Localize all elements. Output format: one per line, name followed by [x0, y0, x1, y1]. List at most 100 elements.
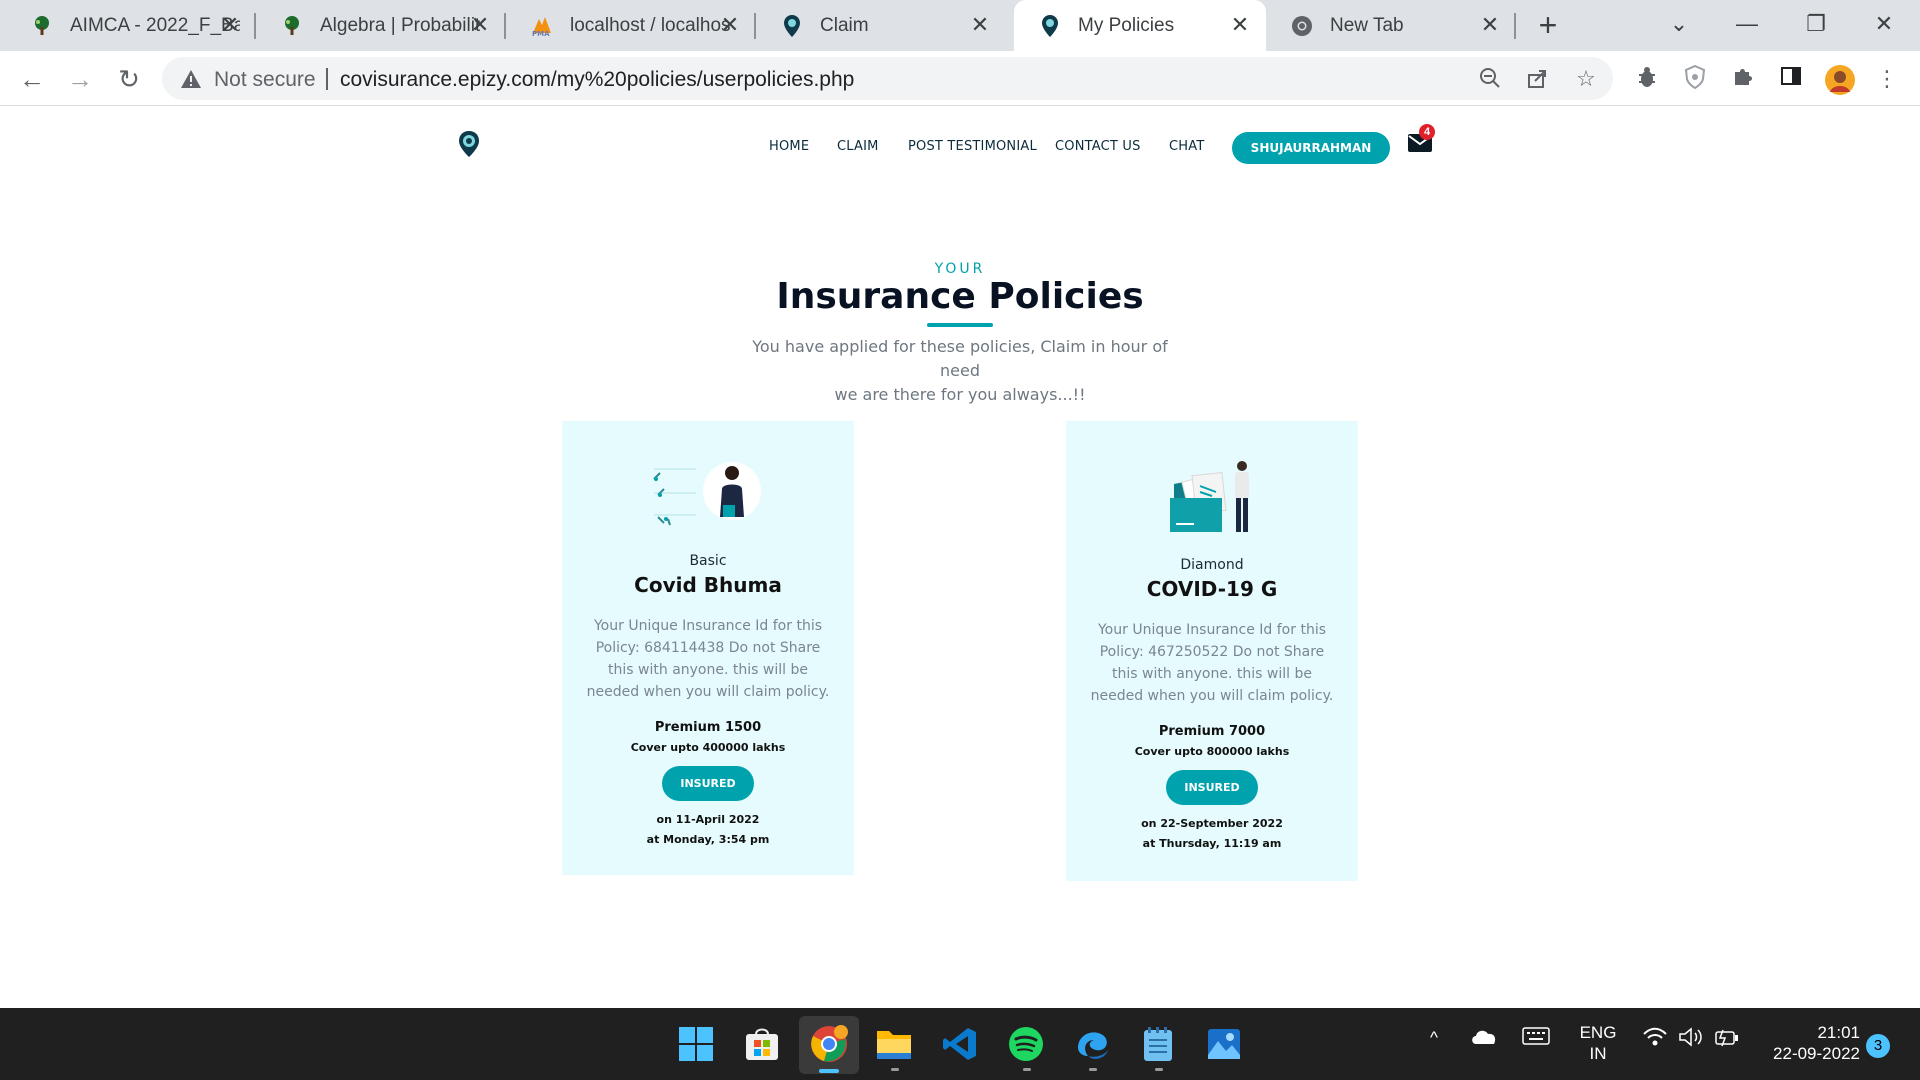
- tab-new-tab[interactable]: New Tab ✕: [1266, 0, 1516, 51]
- taskbar-running-dot: [1155, 1068, 1163, 1071]
- tab-title: Claim: [820, 14, 869, 36]
- warning-triangle-icon: [181, 70, 201, 88]
- person-network-illustration: [653, 462, 761, 526]
- mail-count-badge: 4: [1419, 124, 1435, 140]
- policy-cover: Cover upto 400000 lakhs: [630, 741, 786, 754]
- policy-date-line: on 22-September 2022: [1141, 817, 1283, 830]
- tab-title: Algebra | Probabilit: [320, 14, 481, 36]
- input-language-indicator[interactable]: ENG IN: [1568, 1022, 1628, 1064]
- policy-card: Diamond COVID-19 G Your Unique Insurance…: [1066, 421, 1358, 881]
- microsoft-store-icon[interactable]: [742, 1024, 782, 1064]
- bookmark-star-icon[interactable]: ☆: [1574, 67, 1598, 91]
- new-tab-button[interactable]: +: [1531, 9, 1565, 42]
- notification-count-badge[interactable]: 3: [1866, 1034, 1890, 1058]
- user-profile-button[interactable]: SHUJAURRAHMAN: [1232, 132, 1390, 164]
- browser-toolbar: ← → ↻ Not secure covisurance.epizy.com/m…: [0, 51, 1920, 106]
- edge-browser-icon[interactable]: [1072, 1024, 1112, 1064]
- back-arrow-icon[interactable]: ←: [14, 61, 50, 97]
- close-tab-icon[interactable]: ✕: [718, 13, 742, 37]
- close-tab-icon[interactable]: ✕: [1228, 13, 1252, 37]
- tab-my-policies[interactable]: My Policies ✕: [1014, 0, 1266, 51]
- chrome-favicon-icon: [1290, 14, 1314, 38]
- chrome-taskbar-icon[interactable]: [809, 1024, 849, 1064]
- tab-localhost[interactable]: PMA localhost / localhos ✕: [506, 0, 756, 51]
- browser-tab-strip: AIMCA - 2022_F_Ba ✕ Algebra | Probabilit…: [0, 0, 1920, 51]
- show-hidden-icons-chevron-icon[interactable]: ^: [1420, 1028, 1448, 1048]
- site-header: HOME CLAIM POST TESTIMONIAL CONTACT US C…: [0, 107, 1920, 187]
- tab-title: New Tab: [1330, 14, 1404, 36]
- policy-name: Covid Bhuma: [634, 573, 782, 597]
- taskbar-running-dot: [1089, 1068, 1097, 1071]
- clock[interactable]: 21:01 22-09-2022: [1756, 1022, 1860, 1064]
- restore-button[interactable]: ❐: [1796, 8, 1836, 40]
- policy-date: on 22-September 2022 at Thursday, 11:19 …: [1066, 814, 1358, 854]
- nav-home[interactable]: HOME: [769, 139, 809, 154]
- profile-avatar[interactable]: [1825, 65, 1855, 95]
- onedrive-cloud-icon[interactable]: [1468, 1026, 1500, 1051]
- file-explorer-icon[interactable]: [874, 1024, 914, 1064]
- policy-card: Basic Covid Bhuma Your Unique Insurance …: [562, 421, 854, 875]
- policy-tier: Diamond: [1180, 557, 1244, 573]
- close-window-button[interactable]: ✕: [1864, 8, 1904, 40]
- omnibox-divider: [326, 68, 328, 90]
- tree-favicon-icon: [30, 14, 54, 38]
- tab-search-chevron-icon[interactable]: ⌄: [1659, 8, 1699, 40]
- vscode-icon[interactable]: [940, 1024, 980, 1064]
- side-panel-icon[interactable]: [1777, 65, 1805, 93]
- close-tab-icon[interactable]: ✕: [968, 13, 992, 37]
- close-tab-icon[interactable]: ✕: [218, 13, 242, 37]
- insured-button[interactable]: INSURED: [1166, 770, 1258, 805]
- spotify-icon[interactable]: [1006, 1024, 1046, 1064]
- keyboard-icon[interactable]: [1520, 1026, 1552, 1051]
- map-pin-favicon-icon: [780, 14, 804, 38]
- taskbar-running-dot: [891, 1068, 899, 1071]
- map-pin-favicon-icon: [1038, 14, 1062, 38]
- close-tab-icon[interactable]: ✕: [468, 13, 492, 37]
- policy-premium: Premium 7000: [1158, 724, 1266, 739]
- nav-post-testimonial[interactable]: POST TESTIMONIAL: [908, 139, 1037, 154]
- policy-time-line: at Thursday, 11:19 am: [1142, 837, 1282, 850]
- volume-icon[interactable]: [1676, 1026, 1706, 1053]
- forward-arrow-icon[interactable]: →: [62, 61, 98, 97]
- reload-icon[interactable]: ↻: [111, 61, 147, 97]
- nav-chat[interactable]: CHAT: [1169, 139, 1204, 154]
- minimize-button[interactable]: —: [1727, 8, 1767, 40]
- title-underline: [927, 323, 993, 327]
- zoom-out-icon[interactable]: [1478, 67, 1502, 91]
- policy-cover: Cover upto 800000 lakhs: [1134, 745, 1290, 758]
- photos-icon[interactable]: [1204, 1024, 1244, 1064]
- tab-title: AIMCA - 2022_F_Ba: [70, 14, 240, 36]
- policy-tier: Basic: [689, 553, 727, 569]
- windows-taskbar: ^ ENG IN 21:01 22-09-2022: [0, 1008, 1920, 1080]
- chrome-menu-icon[interactable]: ⋮: [1873, 65, 1901, 93]
- windows-start-icon[interactable]: [676, 1024, 716, 1064]
- language-code: ENG: [1579, 1023, 1617, 1042]
- tab-algebra[interactable]: Algebra | Probabilit ✕: [256, 0, 506, 51]
- wifi-icon[interactable]: [1640, 1026, 1670, 1053]
- tab-aimca[interactable]: AIMCA - 2022_F_Ba ✕: [6, 0, 256, 51]
- clock-time: 21:01: [1817, 1023, 1860, 1042]
- insured-button[interactable]: INSURED: [662, 766, 754, 801]
- close-tab-icon[interactable]: ✕: [1478, 13, 1502, 37]
- covisurance-logo-icon[interactable]: [458, 130, 480, 158]
- shield-extension-icon[interactable]: [1681, 64, 1709, 93]
- battery-charging-icon[interactable]: [1712, 1026, 1742, 1053]
- notepad-icon[interactable]: [1138, 1024, 1178, 1064]
- policy-description: Your Unique Insurance Id for this Policy…: [586, 618, 830, 700]
- nav-contact-us[interactable]: CONTACT US: [1055, 139, 1141, 154]
- security-label[interactable]: Not secure: [214, 68, 316, 92]
- policy-premium: Premium 1500: [654, 720, 762, 735]
- nav-claim[interactable]: CLAIM: [837, 139, 879, 154]
- tab-claim[interactable]: Claim ✕: [756, 0, 1006, 51]
- policy-description: Your Unique Insurance Id for this Policy…: [1090, 622, 1334, 704]
- section-description: You have applied for these policies, Cla…: [740, 335, 1180, 407]
- clock-date: 22-09-2022: [1773, 1044, 1860, 1063]
- section-description-line: You have applied for these policies, Cla…: [752, 337, 1168, 380]
- url-text[interactable]: covisurance.epizy.com/my%20policies/user…: [340, 68, 854, 92]
- section-description-line: we are there for you always...!!: [834, 385, 1086, 404]
- address-bar[interactable]: Not secure covisurance.epizy.com/my%20po…: [162, 57, 1613, 100]
- puzzle-extensions-icon[interactable]: [1729, 65, 1757, 93]
- share-icon[interactable]: [1526, 67, 1550, 91]
- bug-extension-icon[interactable]: [1633, 65, 1661, 93]
- region-code: IN: [1589, 1044, 1607, 1063]
